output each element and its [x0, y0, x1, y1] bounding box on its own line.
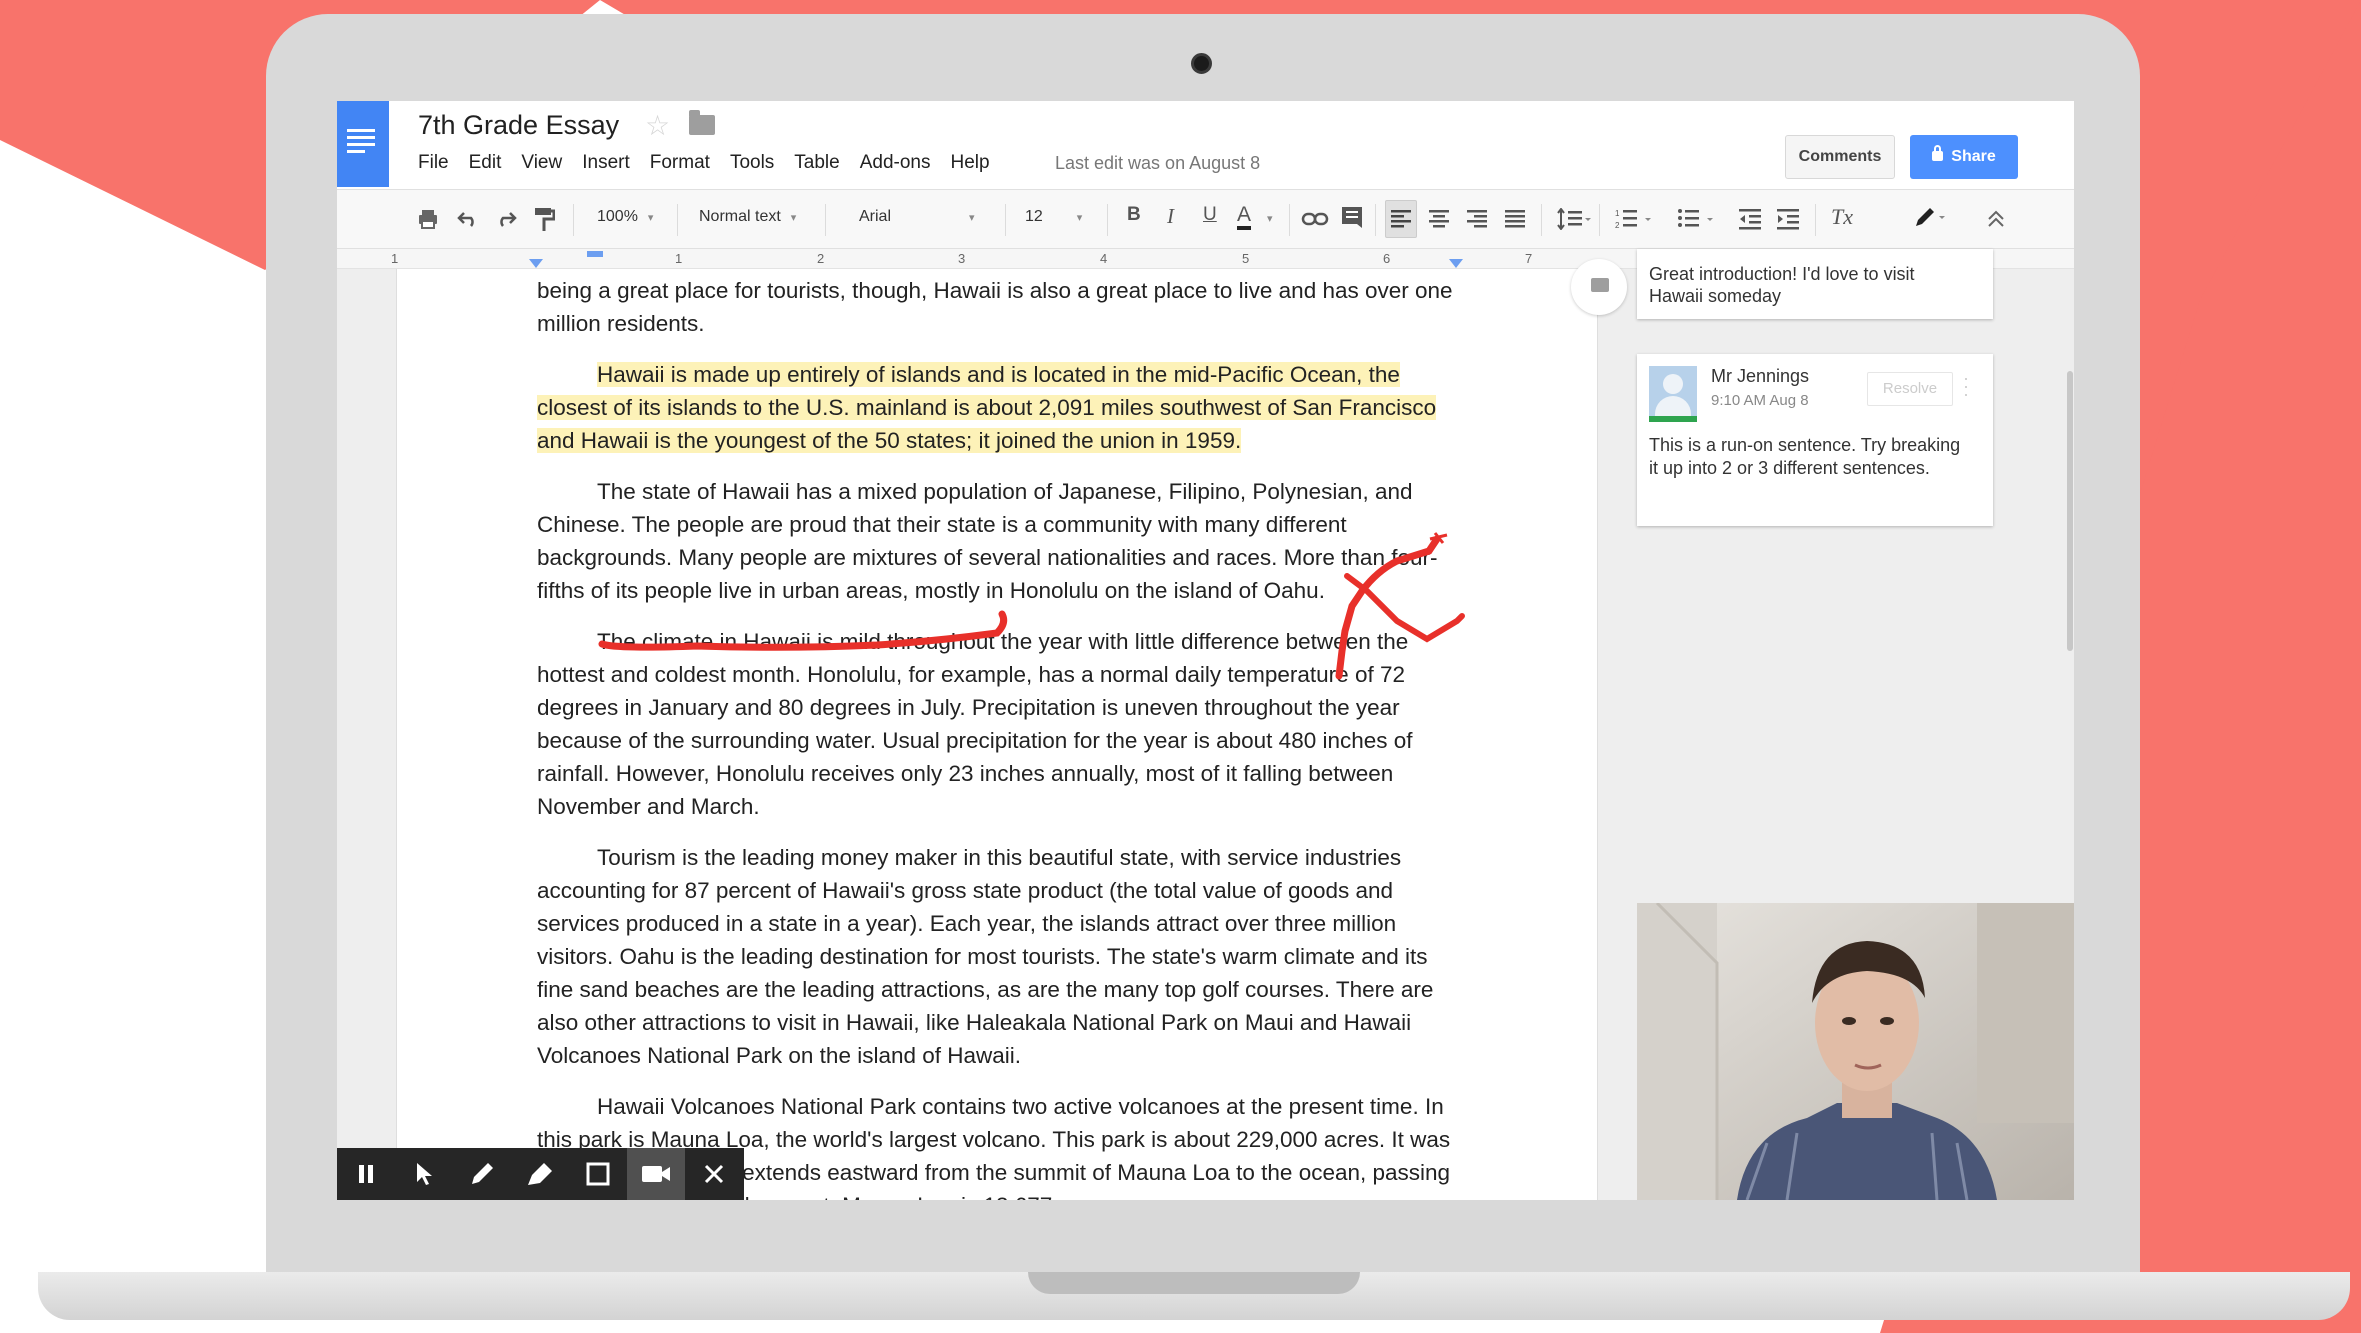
sidebar-scrollbar[interactable] — [2067, 371, 2073, 651]
justify-icon[interactable] — [1505, 210, 1527, 228]
highlighter-icon[interactable] — [511, 1148, 569, 1200]
font-size-select[interactable]: 12 ▾ — [1025, 208, 1105, 226]
add-comment-icon[interactable] — [1571, 259, 1627, 315]
presenter-video-frame — [1637, 903, 2074, 1200]
paragraph[interactable]: The climate in Hawaii is mild throughout… — [537, 625, 1457, 823]
underline-button[interactable]: U — [1203, 204, 1217, 226]
menu-help[interactable]: Help — [951, 152, 990, 174]
menu-file[interactable]: File — [418, 152, 449, 174]
paragraph[interactable]: Tourism is the leading money maker in th… — [537, 841, 1457, 1072]
menu-bar: File Edit View Insert Format Tools Table… — [418, 152, 1010, 174]
bulleted-list-icon[interactable] — [1677, 208, 1717, 230]
decrease-indent-icon[interactable] — [1739, 208, 1763, 230]
paragraph[interactable]: being a great place for tourists, though… — [537, 274, 1457, 340]
docs-logo-icon[interactable] — [337, 101, 389, 187]
document-title[interactable]: 7th Grade Essay — [418, 110, 619, 141]
menu-table[interactable]: Table — [794, 152, 839, 174]
italic-button[interactable]: I — [1167, 204, 1174, 229]
document-page[interactable]: being a great place for tourists, though… — [396, 269, 1598, 1200]
menu-tools[interactable]: Tools — [730, 152, 774, 174]
last-edit-status[interactable]: Last edit was on August 8 — [1055, 153, 1260, 174]
paragraph[interactable]: The state of Hawaii has a mixed populati… — [537, 475, 1457, 607]
comment-text: Great introduction! I'd love to visit Ha… — [1649, 264, 1915, 306]
paint-format-icon[interactable] — [533, 206, 555, 232]
menu-edit[interactable]: Edit — [469, 152, 502, 174]
collapse-menus-icon[interactable] — [1987, 210, 2005, 228]
zoom-select[interactable]: 100% ▾ — [597, 208, 653, 226]
pen-icon[interactable] — [453, 1148, 511, 1200]
close-icon[interactable] — [685, 1148, 743, 1200]
svg-text:2: 2 — [1615, 221, 1620, 230]
star-icon[interactable]: ☆ — [645, 109, 670, 142]
style-select[interactable]: Normal text ▾ — [699, 208, 796, 226]
screen-recorder-toolbar — [337, 1148, 744, 1200]
insert-comment-icon[interactable] — [1341, 206, 1363, 228]
editing-mode-pencil-icon[interactable] — [1913, 206, 1947, 230]
bold-button[interactable]: B — [1127, 204, 1141, 226]
numbered-list-icon[interactable]: 12 — [1615, 208, 1655, 230]
comment-author: Mr Jennings — [1711, 366, 1810, 386]
right-indent-marker[interactable] — [1449, 259, 1463, 268]
first-line-indent-marker[interactable] — [587, 251, 603, 257]
docs-header: 7th Grade Essay ☆ File Edit View Insert … — [337, 101, 2074, 189]
align-right-icon[interactable] — [1467, 210, 1489, 228]
camera-icon[interactable] — [627, 1148, 685, 1200]
avatar — [1649, 366, 1697, 422]
align-left-icon[interactable] — [1391, 210, 1413, 228]
left-indent-marker[interactable] — [529, 259, 543, 268]
webcam-lens-icon — [1191, 53, 1212, 74]
lock-icon — [1932, 145, 1944, 161]
align-center-icon[interactable] — [1429, 210, 1451, 228]
laptop-notch — [1028, 1272, 1360, 1294]
webcam-video — [1637, 903, 2074, 1200]
undo-icon[interactable] — [457, 210, 479, 228]
screen: 7th Grade Essay ☆ File Edit View Insert … — [337, 101, 2074, 1200]
highlighted-text[interactable]: Hawaii is made up entirely of islands an… — [537, 362, 1437, 453]
increase-indent-icon[interactable] — [1777, 208, 1801, 230]
pause-icon[interactable] — [337, 1148, 395, 1200]
share-button[interactable]: Share — [1910, 135, 2018, 179]
font-select[interactable]: Arial ▾ — [859, 208, 999, 226]
highlighted-paragraph[interactable]: Hawaii is made up entirely of islands an… — [537, 358, 1457, 457]
rectangle-icon[interactable] — [569, 1148, 627, 1200]
svg-text:1: 1 — [1615, 209, 1620, 218]
formatting-toolbar: 100% ▾ Normal text ▾ Arial ▾ 12 ▾ B I U A ▾ — [337, 189, 2074, 249]
clear-formatting-button[interactable]: Tx — [1831, 204, 1853, 230]
print-icon[interactable] — [417, 208, 439, 230]
line-spacing-icon[interactable] — [1557, 208, 1591, 230]
comment-text: This is a run-on sentence. Try breaking … — [1649, 435, 1961, 478]
document-body[interactable]: being a great place for tourists, though… — [537, 274, 1457, 1200]
comment-card[interactable]: Great introduction! I'd love to visit Ha… — [1637, 249, 1993, 319]
menu-view[interactable]: View — [521, 152, 562, 174]
more-options-icon[interactable]: · · · — [1963, 369, 1969, 403]
resolve-button[interactable]: Resolve — [1867, 372, 1953, 406]
text-color-button[interactable]: A — [1237, 204, 1252, 230]
comment-card[interactable]: Mr Jennings 9:10 AM Aug 8 Resolve · · · Th… — [1637, 354, 1993, 526]
redo-icon[interactable] — [495, 210, 517, 228]
menu-insert[interactable]: Insert — [582, 152, 630, 174]
comment-time: 9:10 AM Aug 8 — [1711, 392, 1809, 409]
menu-addons[interactable]: Add-ons — [860, 152, 931, 174]
menu-format[interactable]: Format — [650, 152, 710, 174]
share-label: Share — [1951, 148, 1996, 165]
comments-button[interactable]: Comments — [1785, 135, 1895, 179]
link-icon[interactable] — [1301, 212, 1329, 226]
text-color-caret-icon[interactable]: ▾ — [1267, 212, 1273, 225]
folder-icon[interactable] — [689, 110, 715, 135]
cursor-icon[interactable] — [395, 1148, 453, 1200]
